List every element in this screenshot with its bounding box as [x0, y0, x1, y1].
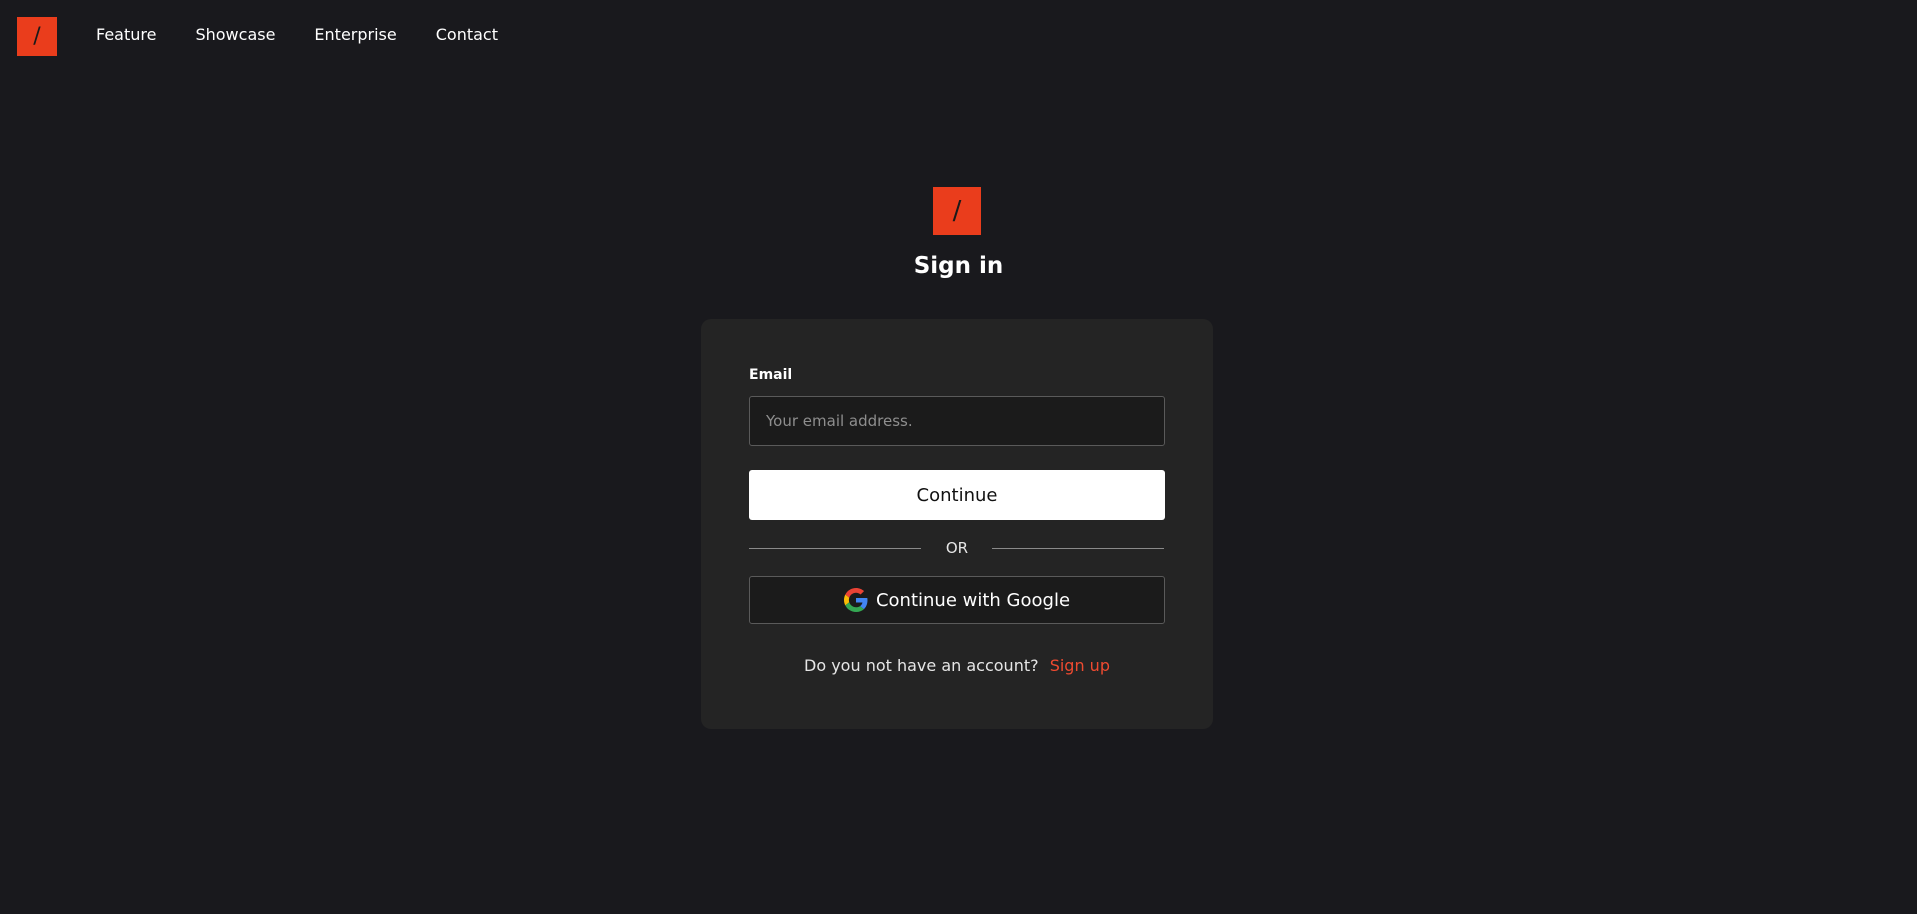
- divider-line-left: [749, 548, 921, 549]
- signin-logo: /: [933, 187, 981, 235]
- nav-link-showcase[interactable]: Showcase: [195, 24, 275, 46]
- google-button-label: Continue with Google: [875, 589, 1071, 611]
- divider-or: OR: [945, 539, 969, 557]
- nav-links: Feature Showcase Enterprise Contact: [96, 24, 537, 46]
- sign-up-link[interactable]: Sign up: [1050, 656, 1110, 675]
- no-account-text: Do you not have an account?: [804, 656, 1039, 675]
- nav-link-contact[interactable]: Contact: [436, 24, 498, 46]
- divider-line-right: [992, 548, 1164, 549]
- signin-card: Email Continue OR Continue with Google D…: [701, 319, 1213, 729]
- page-title: Sign in: [913, 253, 1004, 279]
- nav-link-enterprise[interactable]: Enterprise: [314, 24, 396, 46]
- signup-prompt: Do you not have an account? Sign up: [701, 656, 1213, 675]
- logo-glyph: /: [33, 24, 41, 49]
- email-label: Email: [749, 367, 793, 383]
- nav-logo[interactable]: /: [17, 17, 57, 56]
- continue-with-google-button[interactable]: Continue with Google: [749, 576, 1165, 624]
- continue-button[interactable]: Continue: [749, 470, 1165, 520]
- google-icon: [843, 588, 868, 612]
- nav-link-feature[interactable]: Feature: [96, 24, 156, 46]
- email-field[interactable]: [749, 396, 1165, 446]
- logo-glyph: /: [952, 196, 962, 226]
